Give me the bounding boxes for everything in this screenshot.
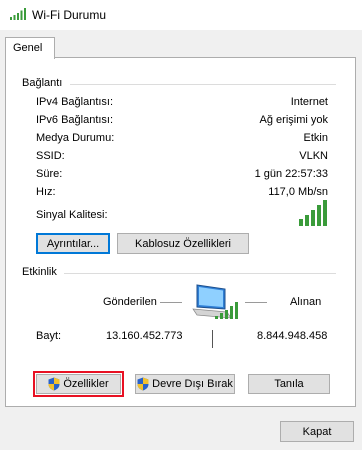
wireless-properties-button-label: Kablosuz Özellikleri [135, 237, 231, 250]
ipv4-label: IPv4 Bağlantısı: [36, 96, 114, 108]
disable-button[interactable]: Devre Dışı Bırak [135, 374, 235, 394]
wifi-status-dialog: Wi-Fi Durumu Genel Bağlantı IPv4 Bağlant… [0, 0, 362, 450]
media-status-value: Etkin [303, 132, 328, 144]
sent-label: Gönderilen [103, 296, 157, 308]
speed-value: 117,0 Mb/sn [268, 186, 328, 198]
activity-divider [64, 273, 336, 274]
close-button[interactable]: Kapat [280, 421, 354, 442]
ipv4-value: Internet [290, 96, 328, 108]
ssid-label: SSID: [36, 150, 65, 162]
wifi-signal-icon [10, 8, 26, 20]
duration-value: 1 gün 22:57:33 [254, 168, 328, 180]
diagnose-button[interactable]: Tanıla [248, 374, 330, 394]
bytes-label: Bayt: [36, 330, 62, 342]
close-button-label: Kapat [302, 425, 332, 438]
diagnose-button-label: Tanıla [274, 378, 304, 390]
speed-label: Hız: [36, 186, 56, 198]
ipv6-value: Ağ erişimi yok [259, 114, 328, 126]
tab-general-label: Genel [13, 42, 43, 54]
signal-quality-label: Sinyal Kalitesi: [36, 209, 108, 221]
disable-button-label: Devre Dışı Bırak [152, 378, 233, 390]
received-line [245, 302, 267, 303]
sent-line [160, 302, 182, 303]
media-status-label: Medya Durumu: [36, 132, 115, 144]
tab-general[interactable]: Genel [5, 37, 55, 59]
signal-quality-bars-icon [299, 200, 327, 226]
bytes-separator [212, 330, 213, 348]
connection-section-title: Bağlantı [22, 77, 63, 89]
bytes-received-value: 8.844.948.458 [257, 330, 328, 342]
duration-label: Süre: [36, 168, 63, 180]
general-tab-panel [5, 57, 356, 407]
wireless-properties-button[interactable]: Kablosuz Özellikleri [117, 233, 249, 254]
details-button[interactable]: Ayrıntılar... [36, 233, 110, 254]
title-bar[interactable]: Wi-Fi Durumu [0, 0, 362, 30]
network-computer-icon [192, 284, 238, 319]
ssid-value: VLKN [299, 150, 328, 162]
activity-section-title: Etkinlik [22, 266, 57, 278]
uac-shield-icon [137, 377, 149, 391]
window-title: Wi-Fi Durumu [32, 8, 106, 22]
properties-highlight-box [33, 371, 124, 397]
bytes-sent-value: 13.160.452.773 [106, 330, 183, 342]
ipv6-label: IPv6 Bağlantısı: [36, 114, 114, 126]
connection-divider [70, 84, 336, 85]
details-button-label: Ayrıntılar... [46, 237, 100, 250]
received-label: Alınan [290, 296, 322, 308]
